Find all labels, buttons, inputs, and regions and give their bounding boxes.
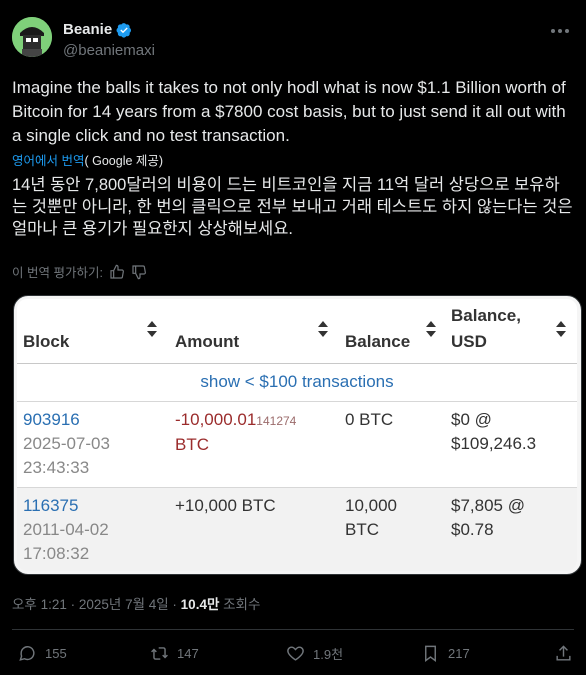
show-small-transactions-link[interactable]: show < $100 transactions bbox=[200, 372, 393, 392]
author-handle[interactable]: @beaniemaxi bbox=[63, 42, 155, 59]
balance-value: 10,000 bbox=[345, 496, 397, 515]
amount-value: -10,000.01 bbox=[175, 410, 257, 429]
avatar-image bbox=[12, 17, 52, 57]
rate-translation-label: 이 번역 평가하기: bbox=[12, 266, 103, 280]
header-balance-usd-line2: USD bbox=[451, 332, 487, 351]
header-balance-usd-label: Balance, USD bbox=[451, 303, 521, 355]
author-name[interactable]: Beanie bbox=[63, 21, 112, 38]
tx-date: 2025-07-03 bbox=[23, 434, 110, 453]
bookmark-icon bbox=[425, 645, 436, 663]
balance-value: 0 BTC bbox=[345, 410, 394, 429]
reply-icon bbox=[19, 646, 35, 661]
tweet-timestamp[interactable]: 오후 1:21 · 2025년 7월 4일 · bbox=[12, 597, 181, 612]
share-icon bbox=[556, 645, 571, 661]
block-link[interactable]: 903916 bbox=[23, 410, 80, 429]
reply-button[interactable]: 155 bbox=[18, 644, 67, 663]
usd-price: $0.78 bbox=[451, 520, 494, 539]
amount-satoshi-digits: 141274 bbox=[256, 414, 297, 428]
translation-provider: ( Google 제공) bbox=[84, 154, 164, 168]
header-balance-usd-line1: Balance, bbox=[451, 306, 521, 325]
verified-badge-icon bbox=[116, 22, 132, 38]
sort-icon[interactable] bbox=[555, 319, 567, 339]
sort-icon[interactable] bbox=[425, 319, 437, 339]
usd-value: $7,805 @ bbox=[451, 496, 525, 515]
repost-button[interactable]: 147 bbox=[150, 644, 199, 663]
bookmark-button[interactable]: 217 bbox=[421, 644, 470, 663]
like-button[interactable]: 1.9천 bbox=[286, 644, 343, 663]
heart-icon bbox=[287, 646, 304, 661]
translated-text: 14년 동안 7,800달러의 비용이 드는 비트코인을 지금 11억 달러 상… bbox=[12, 176, 573, 238]
balance-cell: 10,000 BTC bbox=[345, 494, 397, 542]
block-cell: 116375 2011-04-02 17:08:32 bbox=[23, 494, 109, 566]
header-balance-label: Balance bbox=[345, 332, 411, 351]
header-amount-label: Amount bbox=[175, 332, 240, 351]
header-balance-usd[interactable]: Balance, USD bbox=[445, 299, 577, 361]
usd-price: $109,246.3 bbox=[451, 434, 537, 453]
attached-image[interactable]: Block Amount Balance Balance, USD show < … bbox=[13, 295, 582, 575]
balance-unit: BTC bbox=[345, 520, 379, 539]
translation-source: 영어에서 번역( Google 제공) bbox=[12, 150, 163, 169]
action-bar: 155 147 1.9천 217 bbox=[18, 644, 578, 666]
table-row: 903916 2025-07-03 23:43:33 -10,000.01141… bbox=[17, 401, 577, 487]
rate-translation: 이 번역 평가하기: bbox=[12, 262, 147, 281]
view-count-label: 조회수 bbox=[219, 597, 261, 612]
thumbs-up-icon[interactable] bbox=[109, 264, 125, 280]
share-button[interactable] bbox=[554, 644, 573, 663]
block-cell: 903916 2025-07-03 23:43:33 bbox=[23, 408, 110, 480]
like-count: 1.9천 bbox=[313, 647, 344, 662]
more-options-icon[interactable] bbox=[548, 21, 572, 41]
translated-from-link[interactable]: 영어에서 번역 bbox=[12, 154, 84, 168]
repost-count: 147 bbox=[177, 646, 199, 661]
amount-cell: +10,000 BTC bbox=[175, 494, 276, 518]
tweet-header: Beanie @beaniemaxi bbox=[12, 17, 574, 65]
sort-icon[interactable] bbox=[146, 319, 158, 339]
balance-cell: 0 BTC bbox=[345, 408, 393, 432]
header-balance[interactable]: Balance bbox=[339, 299, 445, 361]
balance-usd-cell: $0 @ $109,246.3 bbox=[451, 408, 536, 456]
amount-unit: BTC bbox=[175, 435, 209, 454]
divider bbox=[12, 629, 574, 630]
header-amount[interactable]: Amount bbox=[169, 299, 339, 361]
avatar[interactable] bbox=[12, 17, 52, 57]
thumbs-down-icon[interactable] bbox=[131, 264, 147, 280]
amount-cell: -10,000.01141274 BTC bbox=[175, 408, 296, 457]
repost-icon bbox=[151, 647, 168, 660]
table-row: 116375 2011-04-02 17:08:32 +10,000 BTC 1… bbox=[17, 487, 577, 571]
balance-usd-cell: $7,805 @ $0.78 bbox=[451, 494, 525, 542]
tweet-meta: 오후 1:21 · 2025년 7월 4일 · 10.4만 조회수 bbox=[12, 593, 260, 613]
view-count: 10.4만 bbox=[180, 597, 220, 612]
reply-count: 155 bbox=[45, 646, 67, 661]
tx-time: 17:08:32 bbox=[23, 544, 90, 563]
block-link[interactable]: 116375 bbox=[23, 496, 78, 515]
transactions-table: Block Amount Balance Balance, USD show < … bbox=[17, 299, 577, 571]
tx-time: 23:43:33 bbox=[23, 458, 90, 477]
amount-value: +10,000 BTC bbox=[175, 496, 276, 515]
usd-value: $0 @ bbox=[451, 410, 492, 429]
header-block-label: Block bbox=[23, 332, 70, 351]
show-small-transactions-row: show < $100 transactions bbox=[17, 364, 577, 401]
tweet-text: Imagine the balls it takes to not only h… bbox=[12, 78, 566, 145]
sort-icon[interactable] bbox=[317, 319, 329, 339]
header-block[interactable]: Block bbox=[17, 299, 169, 361]
tx-date: 2011-04-02 bbox=[23, 520, 109, 539]
bookmark-count: 217 bbox=[448, 646, 470, 661]
